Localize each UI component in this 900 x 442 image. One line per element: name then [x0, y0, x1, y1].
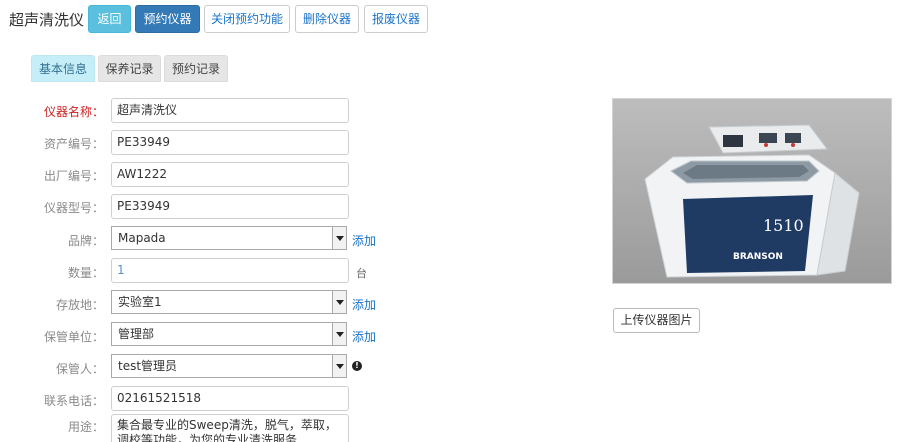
- asset-no-label: 资产编号：: [43, 137, 104, 151]
- usage-textarea[interactable]: 集合最专业的Sweep清洗，脱气，萃取，调校等功能，为您的专业清洗服务: [111, 414, 349, 442]
- instrument-photo: 1510 BRANSON: [612, 98, 892, 284]
- book-instrument-button[interactable]: 预约仪器: [135, 5, 200, 33]
- keeper-select-value: test管理员: [118, 359, 178, 373]
- add-brand-link[interactable]: 添加: [352, 233, 376, 249]
- keeper-label: 保管人：: [55, 362, 104, 376]
- brand-label: 品牌：: [67, 234, 104, 248]
- phone-input[interactable]: 02161521518: [111, 386, 349, 411]
- tab-maintenance-records[interactable]: 保养记录: [98, 55, 161, 82]
- back-button[interactable]: 返回: [88, 5, 131, 33]
- ultrasonic-cleaner-image: 1510 BRANSON: [613, 99, 891, 283]
- page-title: 超声清洗仪: [9, 11, 85, 29]
- keeper-select[interactable]: test管理员: [111, 354, 347, 378]
- model-label: 仪器型号：: [43, 201, 104, 215]
- brand-select-value: Mapada: [118, 231, 166, 245]
- quantity-unit: 台: [356, 267, 367, 280]
- brand-select[interactable]: Mapada: [111, 226, 347, 250]
- phone-label: 联系电话：: [43, 394, 104, 408]
- chevron-down-icon: [332, 227, 346, 249]
- model-input[interactable]: PE33949: [111, 194, 349, 219]
- quantity-input[interactable]: 1: [111, 258, 349, 283]
- department-select[interactable]: 管理部: [111, 322, 347, 346]
- upload-photo-button[interactable]: 上传仪器图片: [613, 308, 700, 333]
- location-select[interactable]: 实验室1: [111, 290, 347, 314]
- tab-basic-info[interactable]: 基本信息: [31, 55, 95, 82]
- location-select-value: 实验室1: [118, 295, 162, 309]
- brand-logo-text: BRANSON: [733, 252, 783, 262]
- usage-label: 用途：: [67, 420, 104, 434]
- add-location-link[interactable]: 添加: [352, 297, 376, 313]
- chevron-down-icon: [332, 323, 346, 345]
- department-label: 保管单位：: [43, 330, 104, 344]
- serial-no-input[interactable]: AW1222: [111, 162, 349, 187]
- tab-booking-records[interactable]: 预约记录: [164, 55, 228, 82]
- location-label: 存放地：: [55, 298, 104, 312]
- model-number-text: 1510: [763, 216, 804, 235]
- close-booking-button[interactable]: 关闭预约功能: [204, 5, 290, 33]
- chevron-down-icon: [332, 291, 346, 313]
- scrap-instrument-button[interactable]: 报废仪器: [364, 5, 428, 33]
- serial-no-label: 出厂编号：: [43, 169, 104, 183]
- name-input[interactable]: 超声清洗仪: [111, 98, 349, 123]
- add-department-link[interactable]: 添加: [352, 329, 376, 345]
- department-select-value: 管理部: [118, 327, 155, 341]
- asset-no-input[interactable]: PE33949: [111, 130, 349, 155]
- delete-instrument-button[interactable]: 删除仪器: [295, 5, 359, 33]
- name-label: 仪器名称：: [43, 105, 104, 119]
- chevron-down-icon: [332, 355, 346, 377]
- info-icon[interactable]: !: [352, 361, 362, 371]
- quantity-label: 数量：: [67, 266, 104, 280]
